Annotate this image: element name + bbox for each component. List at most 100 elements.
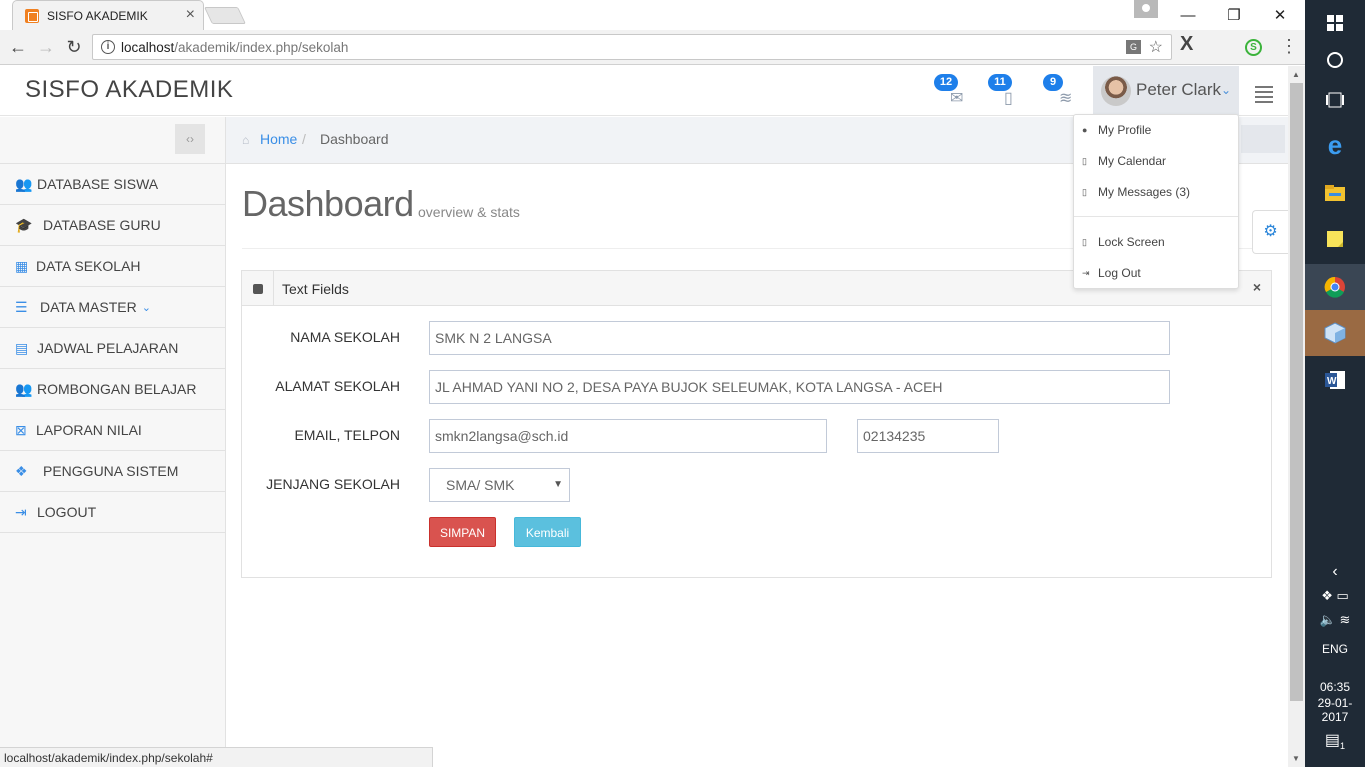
portlet-title: Text Fields [282, 281, 349, 297]
sidebar-item-logout[interactable]: ⇥ LOGOUT [0, 492, 225, 533]
menu-item-label: My Profile [1098, 123, 1152, 137]
map-icon: ▯ [1004, 90, 1013, 107]
browser-tab-strip: SISFO AKADEMIK × — ❐ ✕ [0, 0, 1305, 30]
envelope-icon: ✉ [950, 90, 964, 107]
sidebar-toggler[interactable]: ‹› [175, 124, 205, 154]
sidebar-item-pengguna-sistem[interactable]: ❖ PENGGUNA SISTEM [0, 451, 225, 492]
clock-date[interactable]: 29-01-2017 [1305, 696, 1365, 724]
menu-item-log-out[interactable]: ⇥ Log Out [1082, 266, 1141, 280]
notification-wifi[interactable]: ≋ 9 [1043, 74, 1079, 110]
user-icon: ● [1082, 125, 1088, 135]
maximize-button[interactable]: ❐ [1211, 0, 1257, 30]
scroll-down-arrow-icon[interactable]: ▼ [1292, 754, 1300, 763]
browser-tab[interactable]: SISFO AKADEMIK × [12, 0, 204, 30]
notification-mail[interactable]: ✉ 12 [934, 74, 970, 110]
alamat-sekolah-input[interactable] [429, 370, 1170, 404]
reload-icon[interactable]: ↻ [62, 36, 86, 60]
input-language[interactable]: ENG [1305, 642, 1365, 656]
svg-text:W: W [1327, 376, 1337, 387]
mail-badge: 12 [934, 74, 958, 91]
menu-item-my-profile[interactable]: ● My Profile [1082, 123, 1151, 137]
chevron-down-icon: ⌄ [141, 301, 151, 314]
sidebar-item-laporan-nilai[interactable]: ⊠ LAPORAN NILAI [0, 410, 225, 451]
translate-icon[interactable]: G [1126, 40, 1141, 54]
user-menu-toggle[interactable]: Peter Clark ⌄ [1093, 66, 1239, 116]
browser-toolbar: ← → ↻ i localhost/akademik/index.php/sek… [0, 30, 1305, 65]
clock-time[interactable]: 06:35 [1305, 680, 1365, 694]
tray-dropbox-battery-icon[interactable]: ❖ ▭ [1305, 588, 1365, 604]
task-view-icon[interactable] [1305, 77, 1365, 123]
sidebar-item-database-siswa[interactable]: 👥 DATABASE SISWA [0, 164, 225, 205]
jenjang-sekolah-select[interactable]: SMA/ SMK ▼ [429, 468, 570, 502]
new-tab-button[interactable] [204, 7, 246, 24]
back-button[interactable]: Kembali [514, 517, 581, 547]
menu-item-my-calendar[interactable]: ▯ My Calendar [1082, 154, 1166, 168]
scrollbar-thumb[interactable] [1290, 83, 1303, 701]
nama-sekolah-input[interactable] [429, 321, 1170, 355]
extension-x-icon[interactable]: X [1180, 33, 1193, 56]
page-toolbar-button[interactable] [1241, 125, 1285, 153]
sidebar-item-label: DATA SEKOLAH [36, 258, 141, 274]
extension-s-icon[interactable]: S [1245, 39, 1262, 56]
page-subtitle: overview & stats [418, 204, 520, 220]
window-close-button[interactable]: ✕ [1257, 0, 1303, 30]
action-center-icon[interactable]: ▤1 [1305, 730, 1365, 751]
sidebar-item-jadwal-pelajaran[interactable]: ▤ JADWAL PELAJARAN [0, 328, 225, 369]
sidebar-item-label: ROMBONGAN BELAJAR [37, 381, 197, 397]
bookmark-star-icon[interactable]: ☆ [1149, 37, 1163, 57]
sidebar-item-label: JADWAL PELAJARAN [37, 340, 179, 356]
file-explorer-icon[interactable] [1305, 170, 1365, 216]
nama-sekolah-label: NAMA SEKOLAH [290, 329, 400, 345]
sidebar-item-label: DATABASE GURU [43, 217, 161, 233]
tray-expand-chevron-icon[interactable]: ‹ [1305, 563, 1365, 581]
site-info-icon[interactable]: i [101, 40, 115, 54]
vertical-scrollbar[interactable]: ▲ ▼ [1288, 66, 1305, 767]
forward-arrow-icon[interactable]: → [34, 36, 58, 60]
menu-item-label: My Calendar [1098, 154, 1167, 168]
telpon-field[interactable] [857, 419, 999, 453]
page-title: Dashboard [242, 183, 414, 224]
chrome-icon[interactable] [1305, 264, 1365, 310]
sidebar-item-label: PENGGUNA SISTEM [43, 463, 179, 479]
back-arrow-icon[interactable]: ← [6, 36, 30, 60]
minimize-button[interactable]: — [1165, 0, 1211, 30]
select-caret-icon: ▼ [553, 479, 563, 490]
user-dropdown-menu: ● My Profile ▯ My Calendar ▯ My Messages… [1073, 114, 1239, 289]
theme-settings-gear-icon[interactable]: ⚙ [1252, 210, 1288, 254]
sticky-notes-icon[interactable] [1305, 216, 1365, 262]
quick-sidebar-toggle-icon[interactable] [1255, 86, 1273, 106]
email-field[interactable] [429, 419, 827, 453]
cubes-icon: ❖ [15, 462, 28, 479]
excel-file-icon: ⊠ [15, 421, 27, 438]
menu-item-lock-screen[interactable]: ▯ Lock Screen [1082, 235, 1165, 249]
list-icon: ☰ [15, 298, 28, 315]
sidebar-item-database-guru[interactable]: 🎓 DATABASE GURU [0, 205, 225, 246]
notification-map[interactable]: ▯ 11 [988, 74, 1024, 110]
tab-close-icon[interactable]: × [186, 6, 195, 24]
users-icon: 👥 [15, 175, 33, 192]
sidebar-item-data-sekolah[interactable]: ▦ DATA SEKOLAH [0, 246, 225, 287]
graduation-cap-icon: 🎓 [15, 216, 33, 233]
menu-item-my-messages[interactable]: ▯ My Messages (3) [1082, 185, 1190, 199]
sidebar-item-data-master[interactable]: ☰ DATA MASTER ⌄ [0, 287, 225, 328]
notification-count: 1 [1340, 741, 1346, 752]
sidebar: ‹› 👥 DATABASE SISWA 🎓 DATABASE GURU ▦ DA… [0, 117, 226, 767]
browser-profile-icon[interactable] [1134, 0, 1158, 18]
portlet-expand-icon[interactable] [242, 271, 274, 305]
url-host: localhost [121, 40, 175, 55]
breadcrumb-separator: / [302, 131, 306, 147]
word-icon[interactable]: W [1305, 357, 1365, 403]
save-button[interactable]: SIMPAN [429, 517, 496, 547]
virtualbox-icon[interactable] [1305, 310, 1365, 356]
brand-logo[interactable]: SISFO AKADEMIK [25, 76, 233, 104]
browser-menu-icon[interactable]: ⋮ [1280, 36, 1298, 57]
windows-taskbar: e W ‹ ❖ ▭ 🔈 ≋ ENG 06:35 29-01-2017 ▤1 [1305, 0, 1365, 767]
address-bar[interactable]: i localhost/akademik/index.php/sekolah G… [92, 34, 1172, 60]
tray-volume-wifi-icon[interactable]: 🔈 ≋ [1305, 612, 1365, 628]
sidebar-item-rombongan-belajar[interactable]: 👥 ROMBONGAN BELAJAR [0, 369, 225, 410]
breadcrumb-home[interactable]: Home [260, 131, 297, 147]
edge-browser-icon[interactable]: e [1305, 122, 1365, 168]
browser-status-bar: localhost/akademik/index.php/sekolah# [0, 747, 433, 767]
close-icon[interactable]: × [1253, 279, 1261, 295]
scroll-up-arrow-icon[interactable]: ▲ [1292, 70, 1300, 79]
